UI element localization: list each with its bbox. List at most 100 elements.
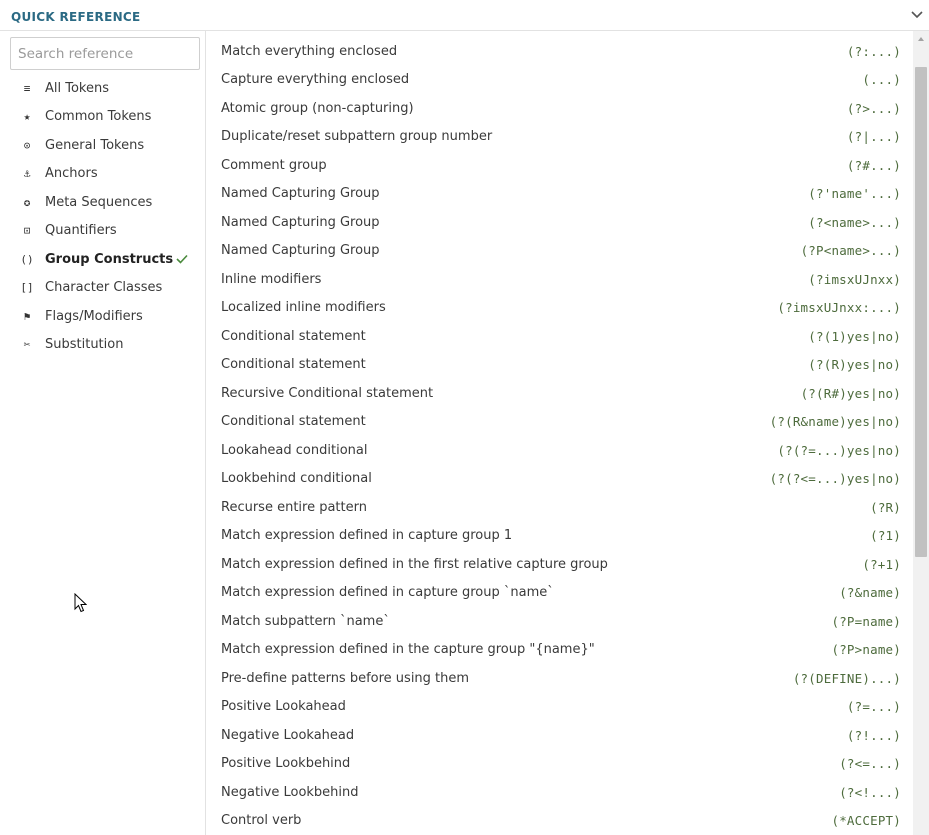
reference-token: (?=...) xyxy=(846,699,901,715)
reference-row[interactable]: Named Capturing Group (?P<name>...) xyxy=(207,237,913,266)
reference-token: (?<!...) xyxy=(839,784,901,800)
reference-description: Comment group xyxy=(221,157,327,173)
reference-token: (?(1)yes|no) xyxy=(808,328,901,344)
sidebar-item-flags-modifiers[interactable]: ⚑ Flags/Modifiers xyxy=(0,302,206,331)
reference-token: (?imsxUJnxx) xyxy=(808,271,901,287)
reference-token: (?|...) xyxy=(846,129,901,145)
sidebar-item-all-tokens[interactable]: ≡ All Tokens xyxy=(0,74,206,103)
vertical-scrollbar[interactable] xyxy=(913,31,929,835)
reference-description: Recurse entire pattern xyxy=(221,499,367,515)
reference-row[interactable]: Named Capturing Group (?<name>...) xyxy=(207,208,913,237)
reference-row[interactable]: Positive Lookahead (?=...) xyxy=(207,693,913,722)
reference-row[interactable]: Inline modifiers (?imsxUJnxx) xyxy=(207,265,913,294)
reference-description: Match expression defined in capture grou… xyxy=(221,528,513,544)
sidebar-item-meta-sequences[interactable]: ✪ Meta Sequences xyxy=(0,188,206,217)
reference-row[interactable]: Conditional statement (?(1)yes|no) xyxy=(207,322,913,351)
reference-description: Positive Lookahead xyxy=(221,699,346,715)
reference-description: Negative Lookbehind xyxy=(221,784,359,800)
reference-description: Localized inline modifiers xyxy=(221,300,386,316)
reference-list: Match everything enclosed (?:...) Capture … xyxy=(207,37,913,835)
reference-description: Capture everything enclosed xyxy=(221,72,410,88)
quick-reference-header[interactable]: QUICK REFERENCE xyxy=(0,0,929,31)
reference-row[interactable]: Match expression defined in capture grou… xyxy=(207,579,913,608)
reference-token: (?'name'...) xyxy=(808,186,901,202)
reference-row[interactable]: Negative Lookbehind (?<!...) xyxy=(207,778,913,807)
reference-token: (?&name) xyxy=(839,585,901,601)
reference-description: Match subpattern `name` xyxy=(221,613,390,629)
reference-token: (?(R)yes|no) xyxy=(808,357,901,373)
reference-token: (?+1) xyxy=(862,556,901,572)
reference-row[interactable]: Duplicate/reset subpattern group number (… xyxy=(207,123,913,152)
reference-token: (?P>name) xyxy=(831,642,901,658)
reference-row[interactable]: Atomic group (non-capturing) (?>...) xyxy=(207,94,913,123)
sidebar-item-anchors[interactable]: ⚓ Anchors xyxy=(0,160,206,189)
target-icon: ⊙ xyxy=(23,138,31,152)
sidebar-item-label: All Tokens xyxy=(45,80,110,96)
reference-row[interactable]: Named Capturing Group (?'name'...) xyxy=(207,180,913,209)
reference-row[interactable]: Recursive Conditional statement (?(R#)yes… xyxy=(207,379,913,408)
reference-row[interactable]: Conditional statement (?(R&name)yes|no) xyxy=(207,408,913,437)
chevron-down-icon[interactable] xyxy=(910,9,924,21)
reference-row[interactable]: Lookbehind conditional (?(?<=...)yes|no) xyxy=(207,465,913,494)
reference-description: Match expression defined in the first re… xyxy=(221,556,608,572)
reference-row[interactable]: Match expression defined in the first re… xyxy=(207,550,913,579)
reference-description: Control verb xyxy=(221,813,302,829)
sidebar-item-substitution[interactable]: ✂ Substitution xyxy=(0,331,206,360)
reference-row[interactable]: Control verb (*ACCEPT) xyxy=(207,807,913,835)
stack-icon: ≡ xyxy=(23,81,31,95)
sidebar-item-common-tokens[interactable]: ★ Common Tokens xyxy=(0,103,206,132)
reference-row[interactable]: Positive Lookbehind (?<=...) xyxy=(207,750,913,779)
anchor-icon: ⚓ xyxy=(23,167,31,181)
reference-row[interactable]: Comment group (?#...) xyxy=(207,151,913,180)
reference-row[interactable]: Match everything enclosed (?:...) xyxy=(207,37,913,66)
reference-row[interactable]: Match subpattern `name` (?P=name) xyxy=(207,607,913,636)
reference-row[interactable]: Pre-define patterns before using them (?(… xyxy=(207,664,913,693)
reference-token: (?(?<=...)yes|no) xyxy=(769,471,901,487)
reference-row[interactable]: Localized inline modifiers (?imsxUJnxx:..… xyxy=(207,294,913,323)
reference-token: (?(R#)yes|no) xyxy=(800,385,901,401)
reference-token: (?#...) xyxy=(846,157,901,173)
reference-description: Named Capturing Group xyxy=(221,186,380,202)
reference-token: (?!...) xyxy=(846,727,901,743)
reference-row[interactable]: Match expression defined in the capture … xyxy=(207,636,913,665)
brackets-icon: [] xyxy=(20,281,34,295)
reference-description: Pre-define patterns before using them xyxy=(221,670,470,686)
checkmark-icon xyxy=(176,254,188,264)
reference-row[interactable]: Match expression defined in capture grou… xyxy=(207,522,913,551)
reference-row[interactable]: Lookahead conditional (?(?=...)yes|no) xyxy=(207,436,913,465)
reference-row[interactable]: Conditional statement (?(R)yes|no) xyxy=(207,351,913,380)
scrollbar-thumb[interactable] xyxy=(915,67,927,557)
sidebar-item-group-constructs[interactable]: () Group Constructs xyxy=(0,245,206,274)
sidebar-item-label: Anchors xyxy=(45,166,98,182)
reference-description: Match expression defined in the capture … xyxy=(221,642,595,658)
quantifier-icon: ⊡ xyxy=(23,224,31,238)
sidebar-item-label: General Tokens xyxy=(45,137,145,153)
reference-row[interactable]: Recurse entire pattern (?R) xyxy=(207,493,913,522)
reference-token: (?<name>...) xyxy=(808,214,901,230)
sidebar-item-general-tokens[interactable]: ⊙ General Tokens xyxy=(0,131,206,160)
reference-description: Positive Lookbehind xyxy=(221,756,351,772)
reference-description: Lookahead conditional xyxy=(221,442,368,458)
sidebar-item-label: Flags/Modifiers xyxy=(45,308,143,324)
category-sidebar: ≡ All Tokens ★ Common Tokens ⊙ General Tokens… xyxy=(0,31,206,835)
sidebar-item-label: Meta Sequences xyxy=(45,194,153,210)
scroll-up-arrow-icon[interactable] xyxy=(913,31,929,47)
sidebar-item-quantifiers[interactable]: ⊡ Quantifiers xyxy=(0,217,206,246)
reference-token: (?(?=...)yes|no) xyxy=(777,442,901,458)
reference-row[interactable]: Negative Lookahead (?!...) xyxy=(207,721,913,750)
reference-description: Match everything enclosed xyxy=(221,43,398,59)
parentheses-icon: () xyxy=(20,252,34,266)
reference-token: (?imsxUJnxx:...) xyxy=(777,300,901,316)
search-input[interactable] xyxy=(10,37,200,70)
sidebar-item-label: Substitution xyxy=(45,337,124,353)
scissors-icon: ✂ xyxy=(23,338,31,352)
reference-token: (?P<name>...) xyxy=(800,243,901,259)
sidebar-item-character-classes[interactable]: [] Character Classes xyxy=(0,274,206,303)
reference-description: Conditional statement xyxy=(221,414,366,430)
reference-description: Conditional statement xyxy=(221,328,366,344)
reference-row[interactable]: Capture everything enclosed (...) xyxy=(207,66,913,95)
reference-description: Named Capturing Group xyxy=(221,214,380,230)
reference-panel: Match everything enclosed (?:...) Capture … xyxy=(207,31,913,835)
reference-token: (?:...) xyxy=(846,43,901,59)
reference-description: Negative Lookahead xyxy=(221,727,355,743)
